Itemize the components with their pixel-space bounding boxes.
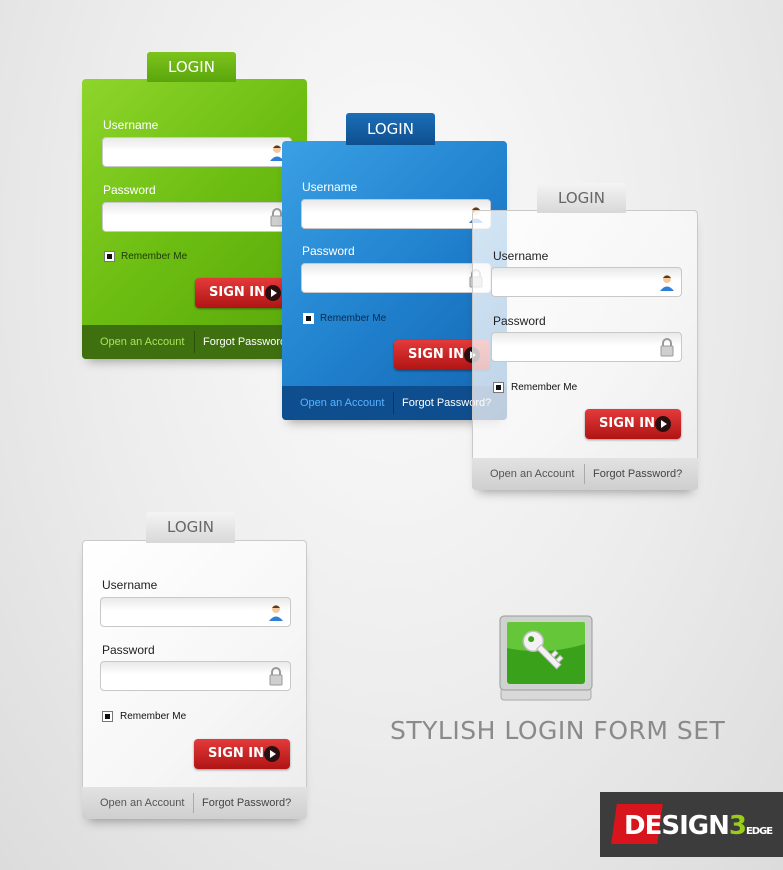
arrow-right-icon: [655, 416, 671, 432]
username-label: Username: [302, 180, 358, 194]
password-label: Password: [493, 314, 546, 328]
arrow-right-icon: [265, 285, 281, 301]
watermark-logo: DESIGN3EDGE: [600, 792, 783, 857]
watermark-text: DESIGN3EDGE: [624, 811, 773, 841]
username-label: Username: [102, 578, 158, 592]
forgot-password-link[interactable]: Forgot Password?: [593, 458, 682, 490]
password-label: Password: [102, 643, 155, 657]
white-login-form: LOGIN Username Password Remember Me SIGN…: [82, 512, 307, 819]
lock-icon: [660, 338, 674, 357]
remember-label: Remember Me: [120, 711, 187, 722]
glass-login-form: LOGIN Username Password Remember Me SIGN…: [472, 183, 698, 490]
user-icon: [660, 275, 674, 291]
forgot-password-link[interactable]: Forgot Password?: [202, 787, 291, 819]
form-footer: Open an Account Forgot Password?: [82, 787, 307, 819]
signin-button[interactable]: SIGN IN: [585, 409, 681, 439]
key-icon: [499, 615, 593, 701]
user-icon: [269, 605, 283, 621]
green-login-form: LOGIN Username Password Remember Me SIGN…: [82, 52, 307, 359]
set-title: STYLISH LOGIN FORM SET: [390, 716, 726, 745]
signin-label: SIGN IN: [209, 285, 265, 300]
open-account-link[interactable]: Open an Account: [300, 386, 384, 420]
remember-checkbox[interactable]: [303, 313, 314, 324]
password-field[interactable]: [102, 202, 292, 232]
open-account-link[interactable]: Open an Account: [100, 325, 184, 359]
open-account-link[interactable]: Open an Account: [490, 458, 574, 490]
remember-checkbox[interactable]: [104, 251, 115, 262]
remember-label: Remember Me: [320, 313, 387, 324]
password-field[interactable]: [100, 661, 291, 691]
signin-button[interactable]: SIGN IN: [194, 739, 290, 769]
remember-checkbox[interactable]: [102, 711, 113, 722]
form-footer: Open an Account Forgot Password?: [472, 458, 698, 490]
username-label: Username: [103, 118, 159, 132]
form-footer: Open an Account Forgot Password: [82, 325, 307, 359]
login-tab[interactable]: LOGIN: [537, 183, 626, 213]
login-tab[interactable]: LOGIN: [346, 113, 435, 145]
signin-button[interactable]: SIGN IN: [195, 278, 291, 308]
remember-label: Remember Me: [121, 251, 188, 262]
lock-icon: [269, 667, 283, 686]
password-label: Password: [103, 183, 156, 197]
remember-checkbox[interactable]: [493, 382, 504, 393]
username-field[interactable]: [301, 199, 491, 229]
arrow-right-icon: [264, 746, 280, 762]
signin-label: SIGN IN: [599, 416, 655, 431]
password-label: Password: [302, 244, 355, 258]
password-field[interactable]: [491, 332, 682, 362]
login-tab[interactable]: LOGIN: [147, 52, 236, 82]
username-field[interactable]: [102, 137, 292, 167]
username-field[interactable]: [491, 267, 682, 297]
signin-label: SIGN IN: [208, 746, 264, 761]
remember-label: Remember Me: [511, 382, 578, 393]
signin-label: SIGN IN: [408, 347, 464, 362]
open-account-link[interactable]: Open an Account: [100, 787, 184, 819]
password-field[interactable]: [301, 263, 491, 293]
forgot-password-link[interactable]: Forgot Password: [203, 325, 286, 359]
username-field[interactable]: [100, 597, 291, 627]
username-label: Username: [493, 249, 549, 263]
login-tab[interactable]: LOGIN: [146, 512, 235, 543]
